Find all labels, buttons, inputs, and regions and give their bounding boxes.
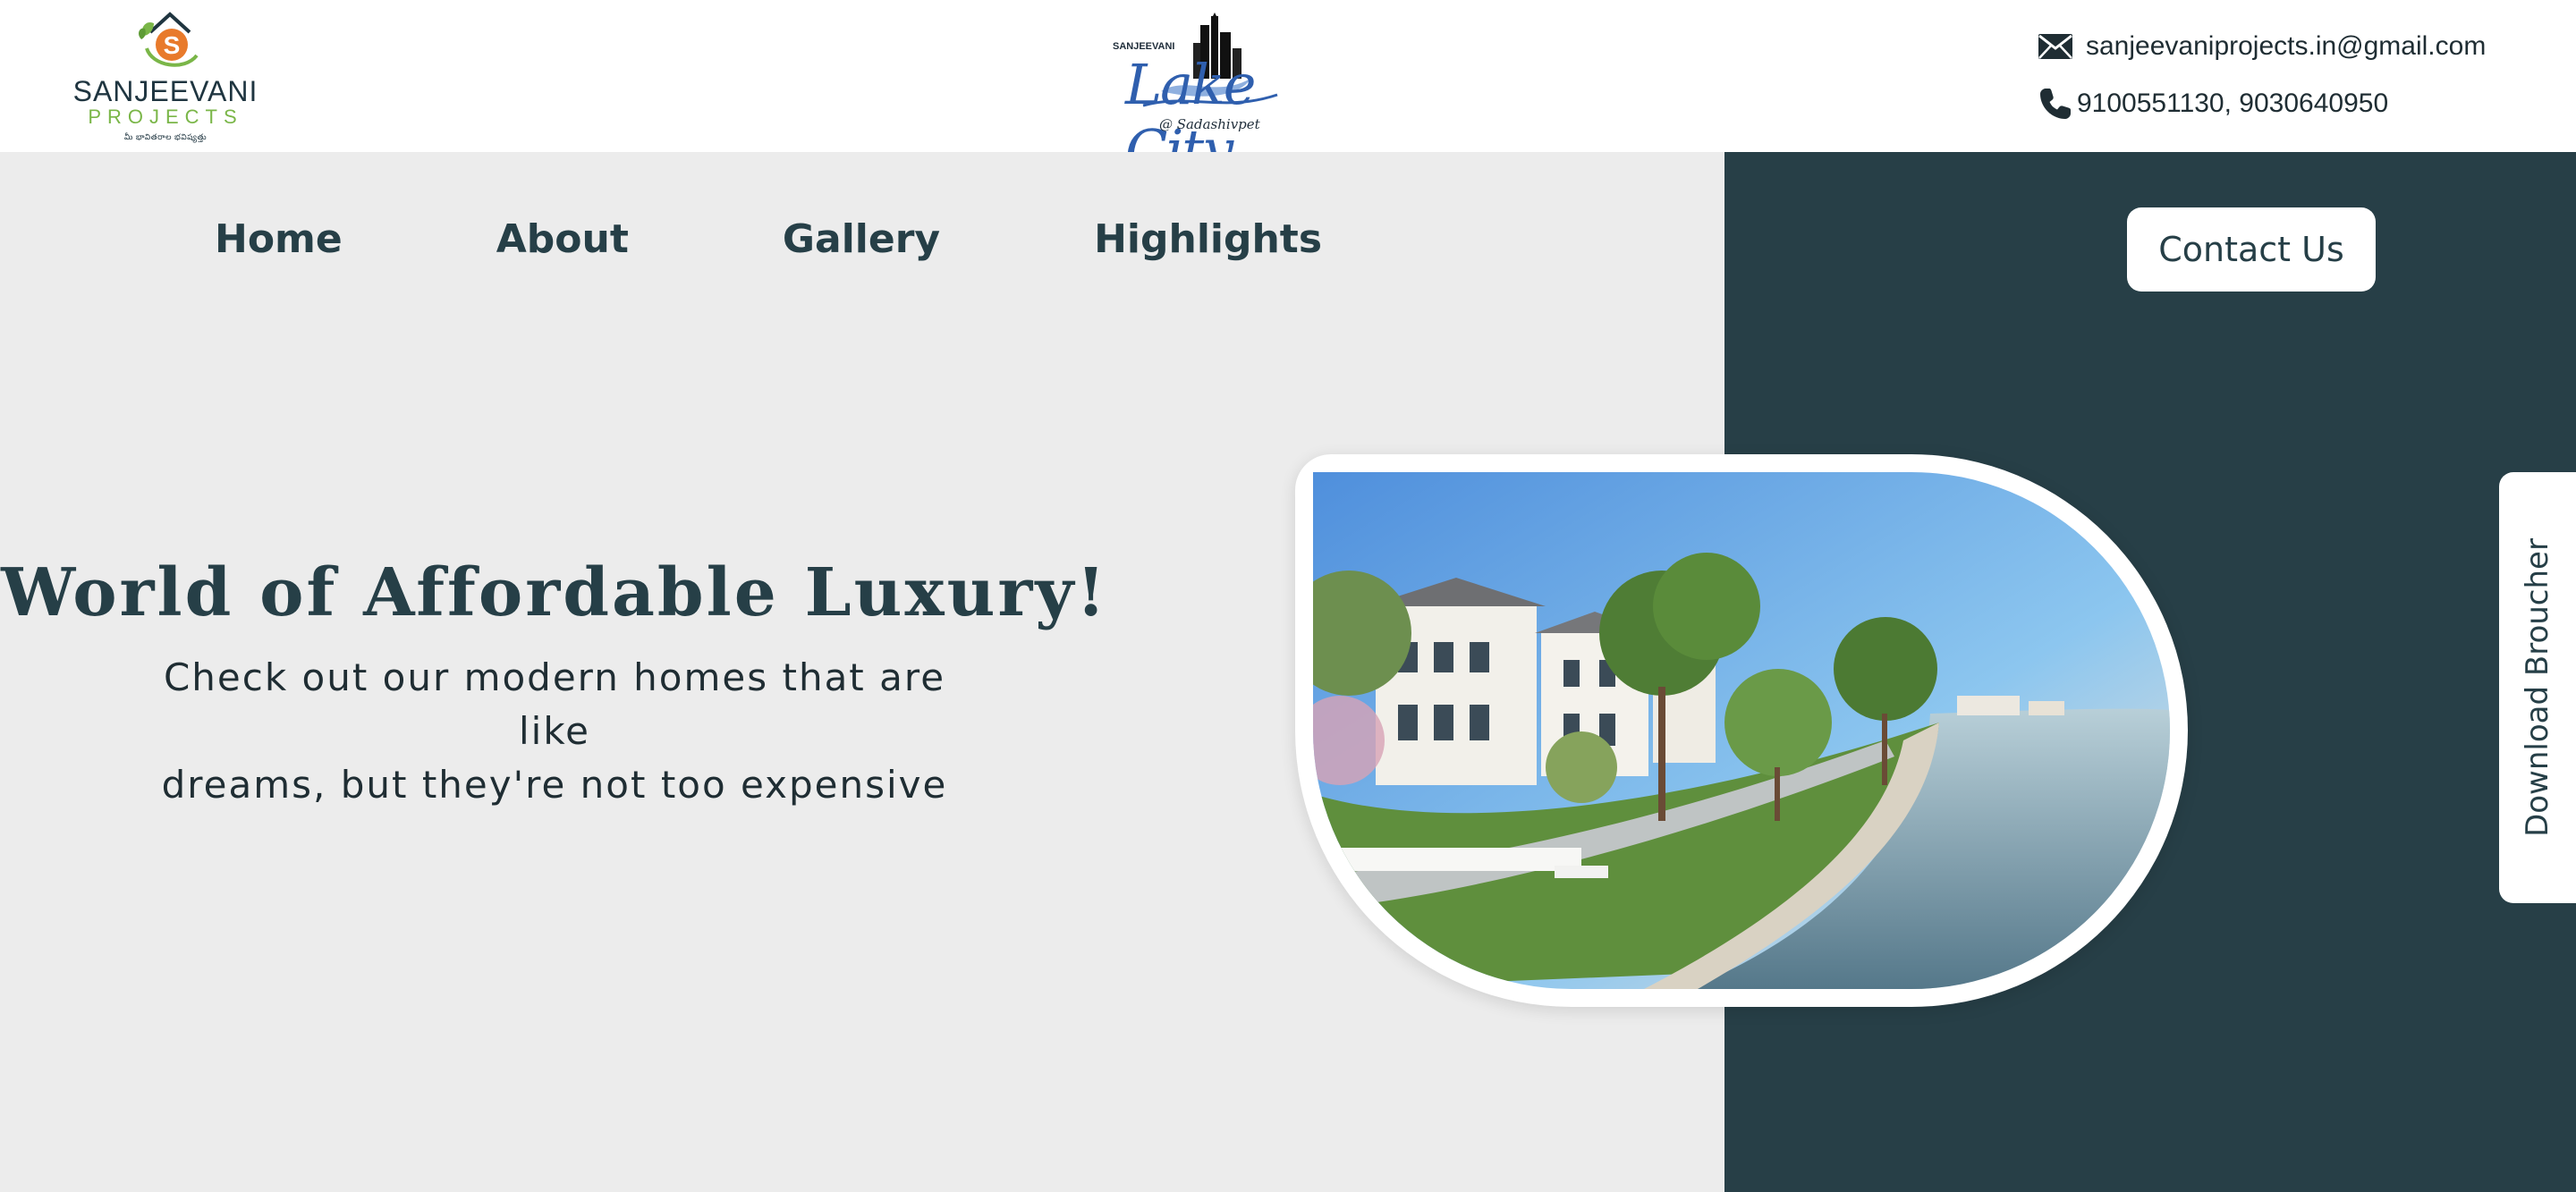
contact-info: sanjeevaniprojects.in@gmail.com 91005511… — [2038, 25, 2538, 139]
brand-tagline: మీ భావితరాల భవిష్యత్తు — [123, 132, 208, 141]
brand-name: SANJEEVANI — [72, 75, 258, 107]
phone-numbers[interactable]: 9100551130, 9030640950 — [2077, 89, 2388, 119]
email-row[interactable]: sanjeevaniprojects.in@gmail.com — [2038, 25, 2538, 68]
download-brochure-label: Download Broucher — [2520, 538, 2556, 837]
lake-city-brand: SANJEEVANI — [1113, 41, 1175, 52]
top-bar: S SANJEEVANI PROJECTS మీ భావితరాల భవిష్య… — [0, 0, 2576, 182]
sanjeevani-logo[interactable]: S SANJEEVANI PROJECTS మీ భావితరాల భవిష్య… — [72, 9, 259, 143]
main-nav: Home About Gallery Highlights — [215, 216, 1322, 262]
brand-subtitle: PROJECTS — [88, 106, 243, 128]
hero-subtext-line-1: Check out our modern homes that are like — [163, 655, 946, 753]
lake-city-logo[interactable]: SANJEEVANI Lake City @ Sadashivpet — [1107, 13, 1286, 182]
contact-us-button[interactable]: Contact Us — [2127, 207, 2376, 292]
hero-headline: World of Affordable Luxury! — [1, 554, 1108, 631]
logo-letter: S — [164, 31, 181, 59]
house-leaf-icon: S — [139, 12, 199, 67]
nav-home[interactable]: Home — [215, 216, 343, 262]
lakeside-villas-illustration — [1313, 472, 2170, 989]
lake-city-location: @ Sadashivpet — [1159, 116, 1260, 132]
download-brochure-tab[interactable]: Download Broucher — [2499, 472, 2576, 903]
phone-icon — [2038, 86, 2075, 122]
hero-subtext: Check out our modern homes that are like… — [143, 651, 966, 812]
nav-highlights[interactable]: Highlights — [1094, 216, 1322, 262]
nav-about[interactable]: About — [496, 216, 629, 262]
email-address[interactable]: sanjeevaniprojects.in@gmail.com — [2086, 31, 2486, 62]
hero-image — [1313, 472, 2170, 989]
nav-gallery[interactable]: Gallery — [783, 216, 940, 262]
hero-subtext-line-2: dreams, but they're not too expensive — [161, 763, 948, 807]
phone-row[interactable]: 9100551130, 9030640950 — [2038, 82, 2538, 125]
mail-icon — [2038, 29, 2075, 64]
